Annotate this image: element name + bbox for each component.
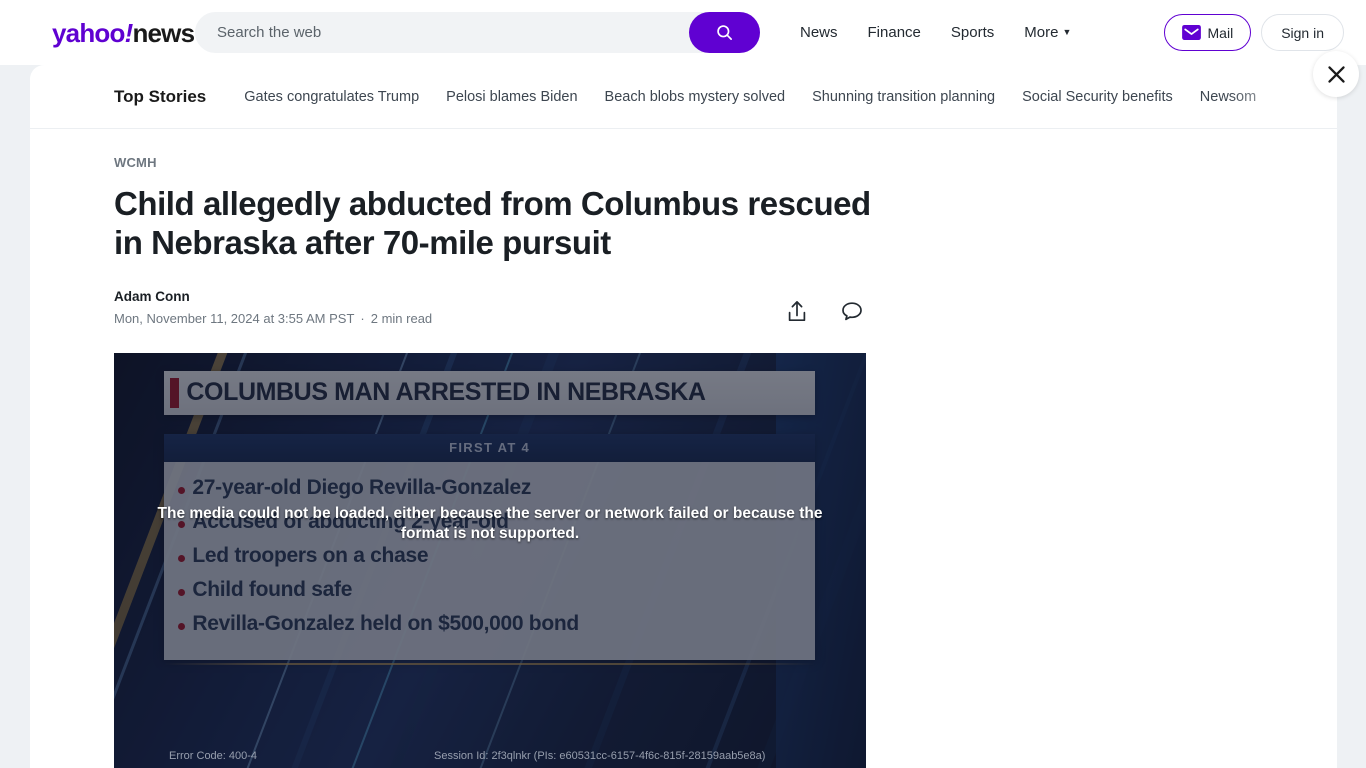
close-button[interactable] — [1313, 51, 1359, 97]
mail-button[interactable]: Mail — [1163, 14, 1252, 51]
search-button[interactable] — [689, 12, 760, 53]
article-actions — [784, 289, 866, 325]
nav-item-more[interactable]: More ▼ — [1024, 24, 1071, 41]
yahoo-news-logo[interactable]: yahoo!news — [52, 17, 195, 48]
comment-icon — [842, 301, 862, 320]
byline-row: Adam Conn Mon, November 11, 2024 at 3:55… — [114, 289, 866, 326]
share-icon — [788, 300, 806, 321]
logo-news-text: news — [132, 17, 195, 48]
top-story-link-0[interactable]: Gates congratulates Trump — [244, 89, 419, 105]
mail-label: Mail — [1207, 24, 1234, 41]
search-icon — [717, 25, 732, 40]
top-stories-title: Top Stories — [114, 86, 207, 106]
article-modal: Top Stories Gates congratulates Trump Pe… — [30, 65, 1337, 768]
media-error-code: Error Code: 400-4 — [169, 749, 258, 762]
top-story-link-2[interactable]: Beach blobs mystery solved — [605, 89, 786, 105]
top-story-link-3[interactable]: Shunning transition planning — [812, 89, 995, 105]
top-story-link-4[interactable]: Social Security benefits — [1022, 89, 1173, 105]
article-body: WCMH Child allegedly abducted from Colum… — [30, 129, 1337, 768]
article-timestamp: Mon, November 11, 2024 at 3:55 AM PST — [114, 310, 355, 326]
top-story-link-1[interactable]: Pelosi blames Biden — [446, 89, 577, 105]
search-input[interactable] — [195, 24, 689, 41]
share-button[interactable] — [784, 297, 810, 325]
media-error-footer: Error Code: 400-4 Session Id: 2f3qlnkr (… — [114, 750, 866, 762]
nav-label: More — [1024, 24, 1059, 41]
article-read-time: 2 min read — [370, 310, 433, 326]
article-meta: Mon, November 11, 2024 at 3:55 AM PST · 2 … — [114, 311, 784, 326]
article-author: Adam Conn — [114, 288, 190, 304]
meta-separator: · — [360, 310, 365, 326]
site-header: yahoo!news News Finance Sports More▼ Mai… — [0, 0, 1366, 65]
article-source: WCMH — [114, 155, 157, 170]
nav-label: Sports — [950, 24, 995, 41]
primary-nav: News Finance Sports More ▼ — [800, 0, 1071, 65]
page-title: Child allegedly abducted from Columbus r… — [114, 185, 871, 262]
chevron-down-icon: ▼ — [1062, 27, 1072, 37]
top-stories-bar: Top Stories Gates congratulates Trump Pe… — [30, 65, 1337, 129]
nav-item-news[interactable]: News — [800, 24, 838, 41]
video-dim-overlay — [114, 352, 866, 768]
search-bar[interactable] — [195, 12, 760, 53]
video-player[interactable]: COLUMBUS MAN ARRESTED IN NEBRASKA FIRST … — [114, 352, 866, 768]
close-icon — [1327, 65, 1345, 83]
logo-yahoo-text: yahoo — [52, 17, 125, 48]
nav-label: Finance — [867, 24, 921, 41]
header-actions: Mail Sign in — [1163, 14, 1344, 51]
byline: Adam Conn Mon, November 11, 2024 at 3:55… — [114, 289, 784, 326]
comment-button[interactable] — [838, 297, 866, 325]
sign-in-button[interactable]: Sign in — [1261, 14, 1344, 51]
top-stories-list: Gates congratulates Trump Pelosi blames … — [244, 89, 1256, 105]
nav-label: News — [800, 24, 838, 41]
media-error-message: The media could not be loaded, either be… — [157, 504, 823, 543]
mail-icon — [1181, 25, 1201, 40]
nav-item-finance[interactable]: Finance — [868, 24, 921, 41]
media-session-id: Session Id: 2f3qlnkr (PIs: e60531cc-6157… — [434, 749, 766, 762]
nav-item-sports[interactable]: Sports — [951, 24, 994, 41]
top-story-link-5[interactable]: Newsom — [1200, 89, 1256, 105]
